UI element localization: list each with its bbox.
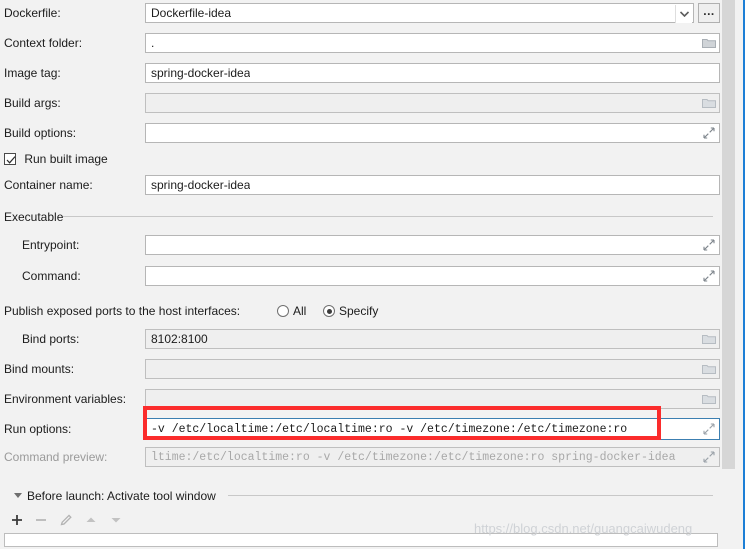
label-build-args: Build args: [4,96,61,110]
radio-all-label: All [293,304,307,318]
group-title-executable: Executable [4,210,64,224]
row-entrypoint: Entrypoint: [0,234,722,256]
scrollbar-thumb[interactable] [722,0,735,469]
watermark-text: https://blog.csdn.net/guangcaiwudeng [474,521,693,536]
label-bind-mounts: Bind mounts: [4,362,75,376]
collapse-triangle-icon[interactable] [14,493,22,498]
run-options-input[interactable]: -v /etc/localtime:/etc/localtime:ro -v /… [145,418,720,440]
environment-variables-input[interactable] [145,389,720,409]
row-environment-variables: Environment variables: [0,388,722,410]
expand-icon[interactable] [701,269,716,283]
add-button[interactable] [9,512,25,528]
command-preview-field[interactable]: ltime:/etc/localtime:ro -v /etc/timezone… [145,447,720,467]
radio-specify-indicator[interactable] [323,305,335,317]
label-command: Command: [22,269,81,283]
move-down-button[interactable] [108,512,124,528]
row-build-options: Build options: [0,122,722,144]
expand-icon[interactable] [701,422,716,436]
label-run-options: Run options: [4,422,72,436]
folder-icon[interactable] [701,36,716,50]
chevron-down-icon[interactable] [675,5,692,23]
container-name-value: spring-docker-idea [151,178,251,192]
radio-all[interactable]: All [277,304,306,318]
folder-icon[interactable] [701,332,716,346]
pencil-icon [60,514,72,526]
label-command-preview: Command preview: [4,450,108,464]
arrow-down-icon [111,518,121,523]
row-command: Command: [0,265,722,287]
run-built-image-checkbox[interactable]: Run built image [4,152,108,166]
arrow-up-icon [86,517,96,522]
label-environment-variables: Environment variables: [4,392,127,406]
container-name-input[interactable]: spring-docker-idea [145,175,720,195]
expand-icon[interactable] [701,450,716,464]
label-dockerfile: Dockerfile: [4,6,61,20]
expand-icon[interactable] [701,238,716,252]
browse-dockerfile-button[interactable]: ... [698,3,720,23]
command-input[interactable] [145,266,720,286]
browse-dockerfile-label: ... [703,4,715,18]
row-dockerfile: Dockerfile: Dockerfile-idea ... [0,2,722,24]
run-options-value: -v /etc/localtime:/etc/localtime:ro -v /… [151,422,628,436]
dockerfile-combobox[interactable]: Dockerfile-idea [145,3,694,23]
label-entrypoint: Entrypoint: [22,238,80,252]
row-build-args: Build args: [0,92,722,114]
image-tag-input[interactable]: spring-docker-idea [145,63,720,83]
radio-specify-label: Specify [339,304,379,318]
before-launch-separator [228,495,713,496]
label-image-tag: Image tag: [4,66,61,80]
row-container-name: Container name: spring-docker-idea [0,174,722,196]
folder-icon[interactable] [701,96,716,110]
context-folder-value: . [151,36,155,50]
entrypoint-input[interactable] [145,235,720,255]
checkbox-box[interactable] [4,153,16,165]
plus-icon [12,515,22,525]
dockerfile-value: Dockerfile-idea [151,6,232,20]
expand-icon[interactable] [701,126,716,140]
row-run-options: Run options: -v /etc/localtime:/etc/loca… [0,418,722,440]
row-command-preview: Command preview: ltime:/etc/localtime:ro… [0,446,722,468]
row-bind-ports: Bind ports: 8102:8100 [0,328,722,350]
context-folder-input[interactable]: . [145,33,720,53]
bind-mounts-input[interactable] [145,359,720,379]
check-icon [6,156,16,164]
label-container-name: Container name: [4,178,93,192]
row-publish-ports: Publish exposed ports to the host interf… [0,302,722,324]
command-preview-value: ltime:/etc/localtime:ro -v /etc/timezone… [151,450,676,464]
label-build-options: Build options: [4,126,77,140]
bind-ports-value: 8102:8100 [151,332,208,346]
folder-icon[interactable] [701,362,716,376]
minus-icon [36,519,46,521]
row-context-folder: Context folder: . [0,32,722,54]
run-built-image-label: Run built image [24,152,108,166]
bind-ports-input[interactable]: 8102:8100 [145,329,720,349]
folder-icon[interactable] [701,392,716,406]
image-tag-value: spring-docker-idea [151,66,251,80]
build-options-input[interactable] [145,123,720,143]
group-separator-executable [63,216,713,217]
build-args-input[interactable] [145,93,720,113]
edit-button[interactable] [58,512,74,528]
label-publish-ports: Publish exposed ports to the host interf… [4,304,241,318]
before-launch-title: Before launch: Activate tool window [27,489,216,503]
row-image-tag: Image tag: spring-docker-idea [0,62,722,84]
move-up-button[interactable] [83,512,99,528]
docker-run-configuration-panel: Dockerfile: Dockerfile-idea ... Context … [0,0,722,549]
remove-button[interactable] [33,512,49,528]
radio-specify[interactable]: Specify [323,304,378,318]
row-bind-mounts: Bind mounts: [0,358,722,380]
radio-all-indicator[interactable] [277,305,289,317]
label-bind-ports: Bind ports: [22,332,80,346]
label-context-folder: Context folder: [4,36,83,50]
